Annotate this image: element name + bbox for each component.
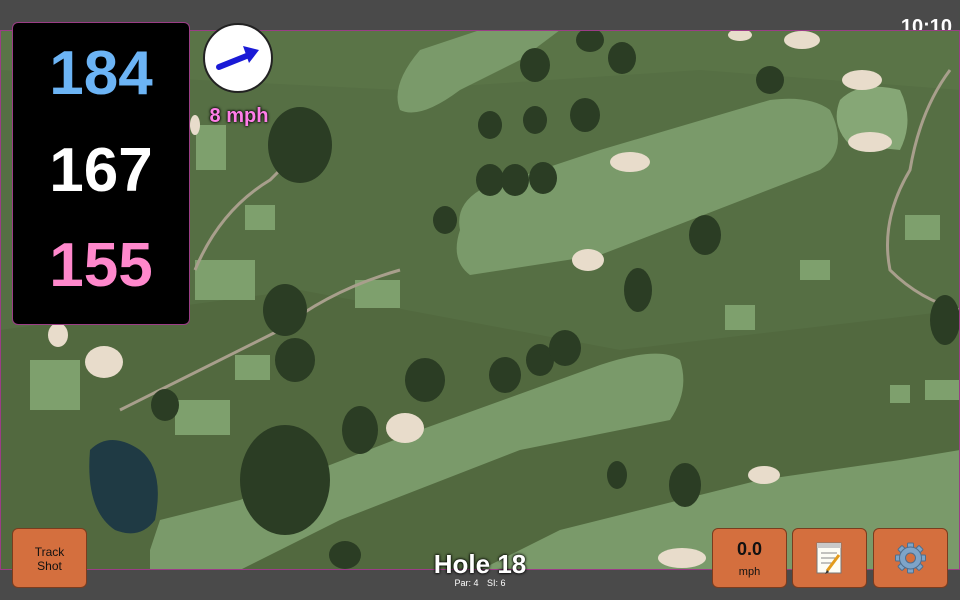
hole-stroke-index: SI: 6	[487, 578, 506, 588]
wind-arrow-icon	[216, 46, 259, 70]
middle-distance: 167	[49, 136, 153, 205]
hole-par: Par: 4	[454, 578, 479, 588]
hole-info: Par: 4 SI: 6	[380, 577, 580, 589]
wind-indicator	[203, 23, 273, 93]
settings-button[interactable]	[873, 528, 948, 588]
notepad-icon	[816, 542, 842, 574]
back-distance: 184	[49, 39, 153, 108]
gear-icon	[895, 542, 926, 574]
distance-panel: 184 167 155	[12, 22, 190, 325]
track-shot-button[interactable]: Track Shot	[12, 528, 87, 588]
front-distance: 155	[49, 231, 153, 300]
speed-unit: mph	[738, 566, 761, 578]
notes-button[interactable]	[792, 528, 867, 588]
track-shot-label-line2: Shot	[37, 559, 62, 573]
hole-title: Hole 18	[433, 549, 527, 579]
track-shot-label-line1: Track	[34, 545, 65, 559]
speed-button[interactable]: 0.0 mph	[712, 528, 787, 588]
wind-speed: 8 mph	[209, 105, 269, 127]
speed-value: 0.0	[736, 539, 763, 559]
